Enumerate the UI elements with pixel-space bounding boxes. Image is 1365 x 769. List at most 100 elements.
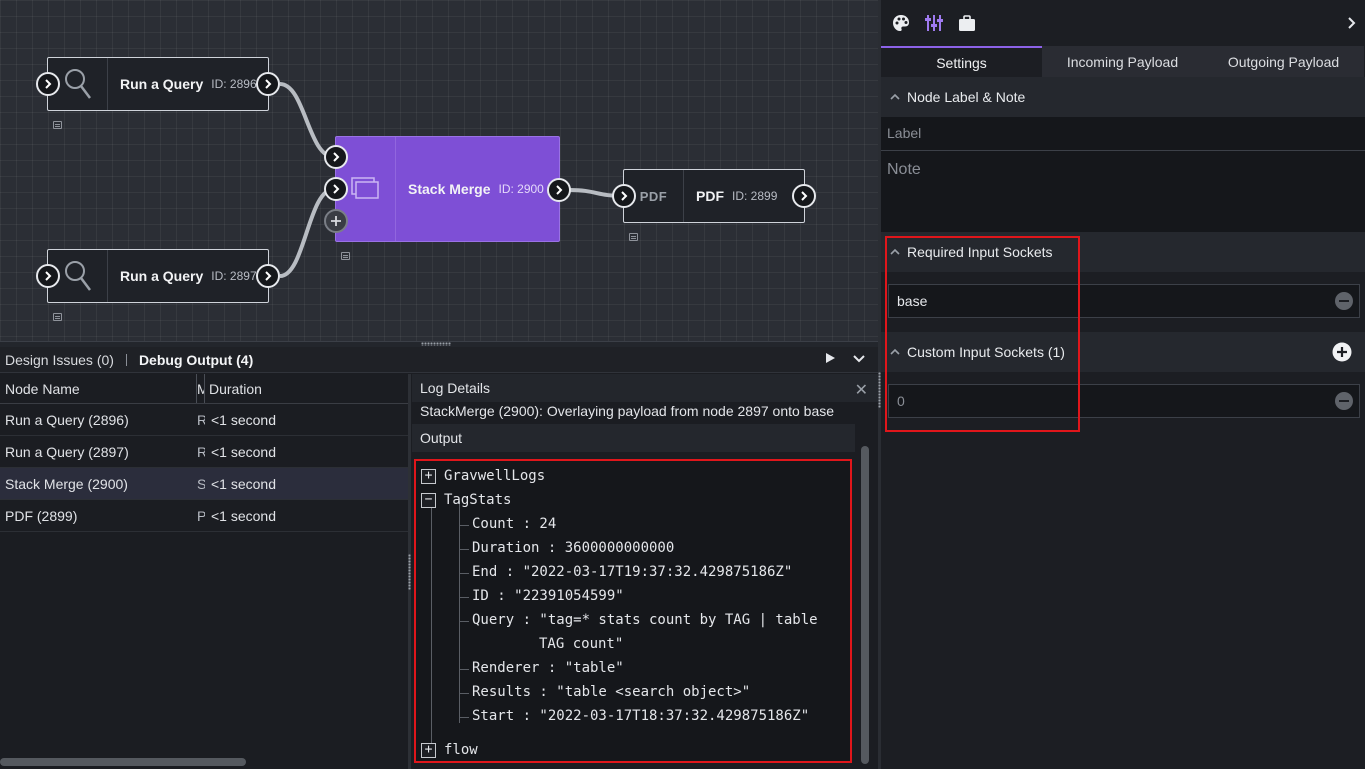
tab-design-issues[interactable]: Design Issues (0)	[5, 352, 114, 368]
remove-socket-button[interactable]	[1335, 292, 1353, 310]
tree-guide	[459, 597, 469, 598]
tree-leaf: Count : 24	[472, 516, 557, 532]
chevron-down-icon[interactable]	[852, 351, 866, 367]
remove-socket-button[interactable]	[1335, 392, 1353, 410]
node-title: Run a Query	[120, 268, 204, 284]
log-message: StackMerge (2900): Overlaying payload fr…	[420, 403, 835, 419]
tree-guide	[459, 525, 469, 526]
grip-icon	[421, 342, 451, 346]
cell-node-name: PDF (2899)	[5, 507, 78, 524]
node-id: ID: 2900	[498, 182, 544, 196]
chevron-right-icon[interactable]	[1347, 16, 1357, 33]
output-socket[interactable]	[256, 72, 280, 96]
cell-duration: <1 second	[211, 507, 276, 524]
node-run-query-2896[interactable]: Run a Query ID: 2896	[47, 57, 269, 111]
panel-toolbar	[881, 0, 1365, 46]
column-message[interactable]: Message	[197, 374, 205, 403]
note-icon[interactable]	[53, 313, 62, 321]
cell-node-name: Run a Query (2897)	[5, 443, 129, 460]
input-socket[interactable]	[36, 72, 60, 96]
node-title: Run a Query	[120, 76, 204, 92]
tree-leaf: ID : "22391054599"	[472, 588, 624, 604]
bottom-panel: Design Issues (0) Debug Output (4) Node …	[0, 347, 878, 769]
node-id: ID: 2896	[211, 77, 257, 91]
tree-node-gravwelllogs[interactable]: GravwellLogs	[444, 468, 545, 484]
tree-leaf: Query : "tag=* stats count by TAG | tabl…	[472, 612, 818, 628]
node-run-query-2897[interactable]: Run a Query ID: 2897	[47, 249, 269, 303]
grid-header: Node Name Message Duration	[0, 374, 408, 404]
input-socket[interactable]	[612, 184, 636, 208]
input-socket[interactable]	[36, 264, 60, 288]
add-socket-button[interactable]	[324, 209, 348, 233]
label-placeholder: Label	[887, 125, 922, 141]
tab-outgoing-payload[interactable]: Outgoing Payload	[1203, 46, 1364, 77]
close-icon[interactable]: ✕	[855, 380, 868, 400]
log-details-panel: Log Details ✕ StackMerge (2900): Overlay…	[412, 374, 878, 769]
table-row-selected[interactable]: Stack Merge (2900) S <1 second	[0, 468, 408, 500]
node-title: Stack Merge	[408, 181, 491, 197]
tree-leaf: Renderer : "table"	[472, 660, 624, 676]
tree-guide	[459, 573, 469, 574]
cell-message: R	[197, 411, 205, 428]
output-socket[interactable]	[256, 264, 280, 288]
cell-message: P	[197, 507, 205, 524]
properties-panel: Settings Incoming Payload Outgoing Paylo…	[881, 0, 1365, 769]
cell-message: S	[197, 475, 205, 492]
input-socket-2[interactable]	[324, 177, 348, 201]
tab-separator	[125, 353, 127, 366]
table-row[interactable]: PDF (2899) P <1 second	[0, 500, 408, 532]
grip-icon	[408, 554, 411, 590]
note-icon[interactable]	[629, 233, 638, 241]
node-id: ID: 2897	[211, 269, 257, 283]
play-icon[interactable]	[824, 351, 836, 367]
collapse-icon[interactable]: −	[421, 493, 436, 508]
debug-grid: Node Name Message Duration Run a Query (…	[0, 374, 408, 769]
note-textarea[interactable]: Note	[881, 151, 1365, 232]
input-socket-1[interactable]	[324, 145, 348, 169]
tree-guide	[431, 501, 432, 755]
bottom-tabs: Design Issues (0) Debug Output (4)	[0, 347, 878, 373]
vertical-splitter[interactable]	[408, 374, 411, 769]
cell-duration: <1 second	[211, 475, 276, 492]
table-row[interactable]: Run a Query (2897) R <1 second	[0, 436, 408, 468]
node-stack-merge-2900[interactable]: Stack Merge ID: 2900	[335, 136, 560, 242]
tree-leaf: Start : "2022-03-17T18:37:32.429875186Z"	[472, 708, 810, 724]
briefcase-icon[interactable]	[957, 13, 977, 33]
tab-settings[interactable]: Settings	[881, 46, 1042, 77]
tree-guide	[459, 717, 469, 718]
tree-leaf: End : "2022-03-17T19:37:32.429875186Z"	[472, 564, 793, 580]
label-input[interactable]: Label	[881, 117, 1365, 151]
column-duration[interactable]: Duration	[205, 381, 262, 397]
expand-icon[interactable]: +	[421, 469, 436, 484]
output-socket[interactable]	[547, 178, 571, 202]
tree-leaf: Results : "table <search object>"	[472, 684, 751, 700]
tab-incoming-payload[interactable]: Incoming Payload	[1042, 46, 1203, 77]
column-node-name[interactable]: Node Name	[0, 374, 197, 403]
section-label-note-header[interactable]: Node Label & Note	[881, 77, 1365, 117]
tree-node-tagstats[interactable]: TagStats	[444, 492, 511, 508]
tree-guide	[459, 669, 469, 670]
node-title: PDF	[696, 188, 724, 204]
table-row[interactable]: Run a Query (2896) R <1 second	[0, 404, 408, 436]
add-socket-button[interactable]	[1332, 342, 1352, 365]
chevron-up-icon	[890, 93, 900, 100]
tab-debug-output[interactable]: Debug Output (4)	[139, 352, 253, 368]
tree-node-flow[interactable]: flow	[444, 742, 478, 758]
tree-guide	[459, 549, 469, 550]
tree-leaf: Duration : 3600000000000	[472, 540, 675, 556]
expand-icon[interactable]: +	[421, 743, 436, 758]
node-pdf-2899[interactable]: PDF PDF ID: 2899	[623, 169, 805, 223]
horizontal-scrollbar[interactable]	[0, 758, 246, 766]
tree-guide	[459, 693, 469, 694]
palette-icon[interactable]	[891, 13, 911, 33]
output-tree: + GravwellLogs − TagStats Count : 24 Dur…	[414, 459, 852, 763]
sliders-icon[interactable]	[924, 13, 944, 33]
flow-canvas[interactable]: Run a Query ID: 2896 Run a Query ID: 289…	[0, 0, 878, 341]
note-icon[interactable]	[53, 121, 62, 129]
cell-duration: <1 second	[211, 443, 276, 460]
highlight-box	[885, 236, 1080, 432]
note-icon[interactable]	[341, 252, 350, 260]
vertical-scrollbar[interactable]	[861, 446, 869, 764]
panel-tabs: Settings Incoming Payload Outgoing Paylo…	[881, 46, 1365, 77]
output-socket[interactable]	[792, 184, 816, 208]
